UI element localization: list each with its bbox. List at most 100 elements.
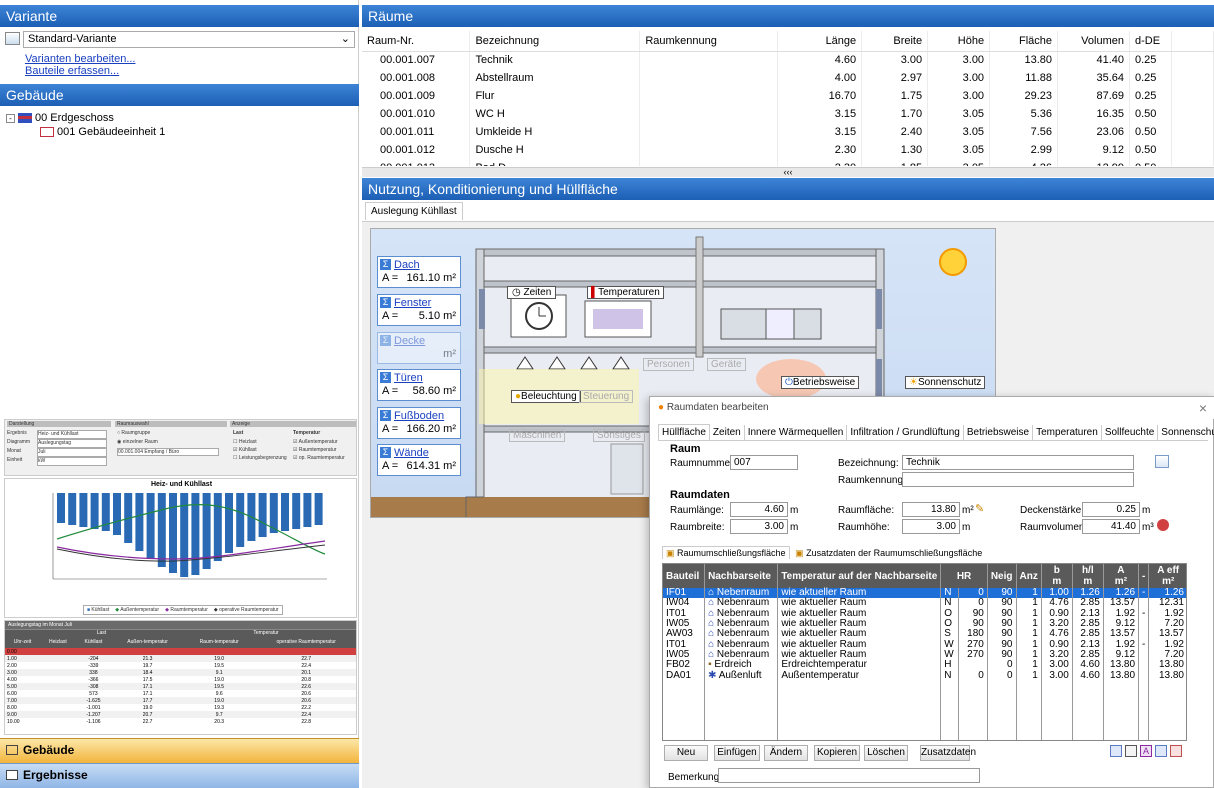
- einheit-select[interactable]: kW: [37, 457, 107, 466]
- raeume-table-row[interactable]: 00.001.011 Umkleide H 3.15 2.40 3.05 7.56 23.0…: [362, 123, 1214, 141]
- bauteil-col-header[interactable]: Nachbarseite: [704, 564, 779, 588]
- dialog-tab[interactable]: Zeiten: [710, 425, 745, 440]
- variante-select[interactable]: Standard-Variante ⌄: [23, 31, 355, 48]
- sonstiges-button[interactable]: Sonstiges: [593, 429, 645, 442]
- tree-item-gebaeudeeinheit[interactable]: 001 Gebäudeeinheit 1: [40, 126, 346, 138]
- font-icon[interactable]: A: [1140, 745, 1152, 757]
- bauteil-dach[interactable]: Σ Dach A = 161.10 m²: [377, 256, 461, 288]
- diagramm-select[interactable]: Auslegungstag: [37, 439, 107, 448]
- bauteil-fussboden[interactable]: Σ Fußboden A = 166.20 m²: [377, 407, 461, 439]
- bauteil-col-header[interactable]: A eff m²: [1148, 564, 1186, 588]
- raeume-col-header[interactable]: Raumkennung: [639, 31, 779, 52]
- raumkennung-field[interactable]: [902, 472, 1134, 487]
- deckenstaerke-field[interactable]: 0.25: [1082, 502, 1140, 517]
- dialog-tab[interactable]: Infiltration / Grundlüftung: [847, 425, 964, 440]
- ergebnis-select[interactable]: Heiz- und Kühllast: [37, 430, 107, 439]
- bauteil-col-header[interactable]: Anz: [1016, 564, 1042, 588]
- raeume-col-header[interactable]: Länge: [777, 31, 863, 52]
- dialog-button-5[interactable]: Zusatzdaten: [920, 745, 976, 761]
- dialog-tab[interactable]: Hüllfläche: [658, 424, 710, 440]
- sort-icon[interactable]: [1110, 745, 1122, 757]
- bauteil-col-header[interactable]: Bauteil: [663, 564, 706, 588]
- bemerkung-field[interactable]: [718, 768, 980, 783]
- raeume-table-row[interactable]: 00.001.007 Technik 4.60 3.00 3.00 13.80 41.40 0…: [362, 51, 1214, 69]
- sonnenschutz-button[interactable]: ☀Sonnenschutz: [905, 376, 986, 389]
- bauteil-col-header[interactable]: HR: [940, 564, 988, 588]
- bezeichnung-field[interactable]: Technik: [902, 455, 1134, 470]
- table-icon[interactable]: [1155, 745, 1167, 757]
- raumnummer-field[interactable]: 007: [730, 455, 798, 470]
- betriebsweise-button[interactable]: ⏻Betriebsweise: [781, 376, 860, 389]
- geraete-button[interactable]: Geräte: [707, 358, 746, 371]
- beleuchtung-button[interactable]: ●Beleuchtung: [511, 390, 581, 403]
- check-raumtemp[interactable]: ☑ Raumtemperatur: [293, 446, 345, 454]
- steuerung-button[interactable]: Steuerung: [579, 390, 634, 403]
- raeume-table-row[interactable]: 00.001.012 Dusche H 2.30 1.30 3.05 2.99 9.12 0.…: [362, 141, 1214, 159]
- dialog-tab[interactable]: Sonnenschutz: [1158, 425, 1214, 440]
- bauteil-waende[interactable]: Σ Wände A = 614.31 m²: [377, 444, 461, 476]
- volume-icon[interactable]: [1157, 519, 1169, 531]
- check-heizlast[interactable]: ☐ Heizlast: [233, 438, 287, 446]
- maschinen-button[interactable]: Maschinen: [509, 429, 566, 442]
- bauteil-col-header[interactable]: -: [1138, 564, 1150, 588]
- subtab-zusatzdaten[interactable]: ▣ Zusatzdaten der Raumumschließungsfläch…: [792, 547, 985, 559]
- dialog-button-2[interactable]: Ändern: [764, 745, 808, 761]
- dialog-button-0[interactable]: Neu: [664, 745, 708, 761]
- bauteil-tueren[interactable]: Σ Türen A = 58.60 m²: [377, 369, 461, 401]
- check-aussentemp[interactable]: ☑ Außentemperatur: [293, 438, 345, 446]
- raeume-table-row[interactable]: 00.001.008 Abstellraum 4.00 2.97 3.00 11.88 35…: [362, 69, 1214, 87]
- raumbreite-field[interactable]: 3.00: [730, 519, 788, 534]
- bauteil-col-header[interactable]: h/l m: [1072, 564, 1104, 588]
- raeume-col-header[interactable]: Raum-Nr.: [362, 31, 471, 52]
- bauteil-col-header[interactable]: bm: [1041, 564, 1073, 588]
- check-kuehllast[interactable]: ☑ Kühllast: [233, 446, 287, 454]
- temperaturen-button[interactable]: ▌Temperaturen: [587, 286, 664, 299]
- raeume-col-header[interactable]: Höhe: [927, 31, 991, 52]
- subtab-raumumschliessung[interactable]: ▣ Raumumschließungsfläche: [662, 546, 790, 559]
- room-field[interactable]: 00.001.004 Empfang / Büro: [117, 448, 219, 456]
- radio-einzelner-raum[interactable]: ◉ einzelner Raum: [117, 439, 158, 445]
- bauteile-erfassen-link[interactable]: Bauteile erfassen...: [25, 65, 119, 77]
- bauteil-fenster[interactable]: Σ Fenster A = 5.10 m²: [377, 294, 461, 326]
- zeiten-button[interactable]: ◷ Zeiten: [507, 286, 557, 299]
- raeume-col-header[interactable]: Fläche: [989, 31, 1059, 52]
- dialog-button-1[interactable]: Einfügen: [714, 745, 760, 761]
- raeume-col-header[interactable]: Bezeichnung: [469, 31, 641, 52]
- raeume-col-header[interactable]: Breite: [861, 31, 929, 52]
- raeume-table-row[interactable]: 00.001.009 Flur 16.70 1.75 3.00 29.23 87.69 0.2…: [362, 87, 1214, 105]
- dialog-button-4[interactable]: Löschen: [864, 745, 908, 761]
- bauteil-col-header[interactable]: Temperatur auf der Nachbarseite: [777, 564, 942, 588]
- nav-ergebnisse[interactable]: Ergebnisse: [0, 763, 359, 788]
- raumflaeche-field[interactable]: 13.80: [902, 502, 960, 517]
- tree-item-erdgeschoss[interactable]: - 00 Erdgeschoss: [6, 112, 346, 124]
- bauteil-col-header[interactable]: Neig: [987, 564, 1017, 588]
- raeume-col-header[interactable]: d-DE: [1129, 31, 1172, 52]
- close-icon[interactable]: ×: [1199, 397, 1207, 419]
- radio-raumgruppe[interactable]: ○ Raumgruppe: [117, 430, 150, 436]
- personen-button[interactable]: Personen: [643, 358, 694, 371]
- nav-gebaeude[interactable]: Gebäude: [0, 738, 359, 763]
- splitter-collapse[interactable]: ‹‹‹: [362, 167, 1214, 177]
- house-icon[interactable]: [1125, 745, 1137, 757]
- dialog-tab[interactable]: Sollfeuchte: [1102, 425, 1159, 440]
- monat-select[interactable]: Juli: [37, 448, 107, 457]
- raeume-table-row[interactable]: 00.001.013Bad D 2.301.853.054.2612.990.50: [362, 159, 1214, 166]
- check-optemp[interactable]: ☑ op. Raumtemperatur: [293, 454, 345, 462]
- raumhoehe-field[interactable]: 3.00: [902, 519, 960, 534]
- raumvolumen-field[interactable]: 41.40: [1082, 519, 1140, 534]
- bauteil-decke[interactable]: Σ Decke m²: [377, 332, 461, 364]
- raeume-table-row[interactable]: 00.001.010 WC H 3.15 1.70 3.05 5.36 16.35 0.50: [362, 105, 1214, 123]
- dialog-tab[interactable]: Betriebsweise: [964, 425, 1034, 440]
- nutzung-tab[interactable]: Auslegung Kühllast: [365, 202, 463, 220]
- bauteil-row[interactable]: DA01 ✱ Außenluft Außentemperatur N 0 0 1 3.00 4.…: [663, 670, 1186, 681]
- dialog-tab[interactable]: Innere Wärmequellen: [745, 425, 848, 440]
- raumlaenge-field[interactable]: 4.60: [730, 502, 788, 517]
- check-leistung[interactable]: ☐ Leistungsbegrenzung: [233, 454, 287, 462]
- raeume-col-header[interactable]: Volumen: [1057, 31, 1130, 52]
- export-icon[interactable]: [1170, 745, 1182, 757]
- varianten-bearbeiten-link[interactable]: Varianten bearbeiten...: [25, 53, 135, 65]
- bauteil-col-header[interactable]: Am²: [1103, 564, 1140, 588]
- calculator-icon[interactable]: ✎: [975, 502, 984, 515]
- edit-bezeichnung-icon[interactable]: [1155, 455, 1169, 468]
- dialog-tab[interactable]: Temperaturen: [1033, 425, 1102, 440]
